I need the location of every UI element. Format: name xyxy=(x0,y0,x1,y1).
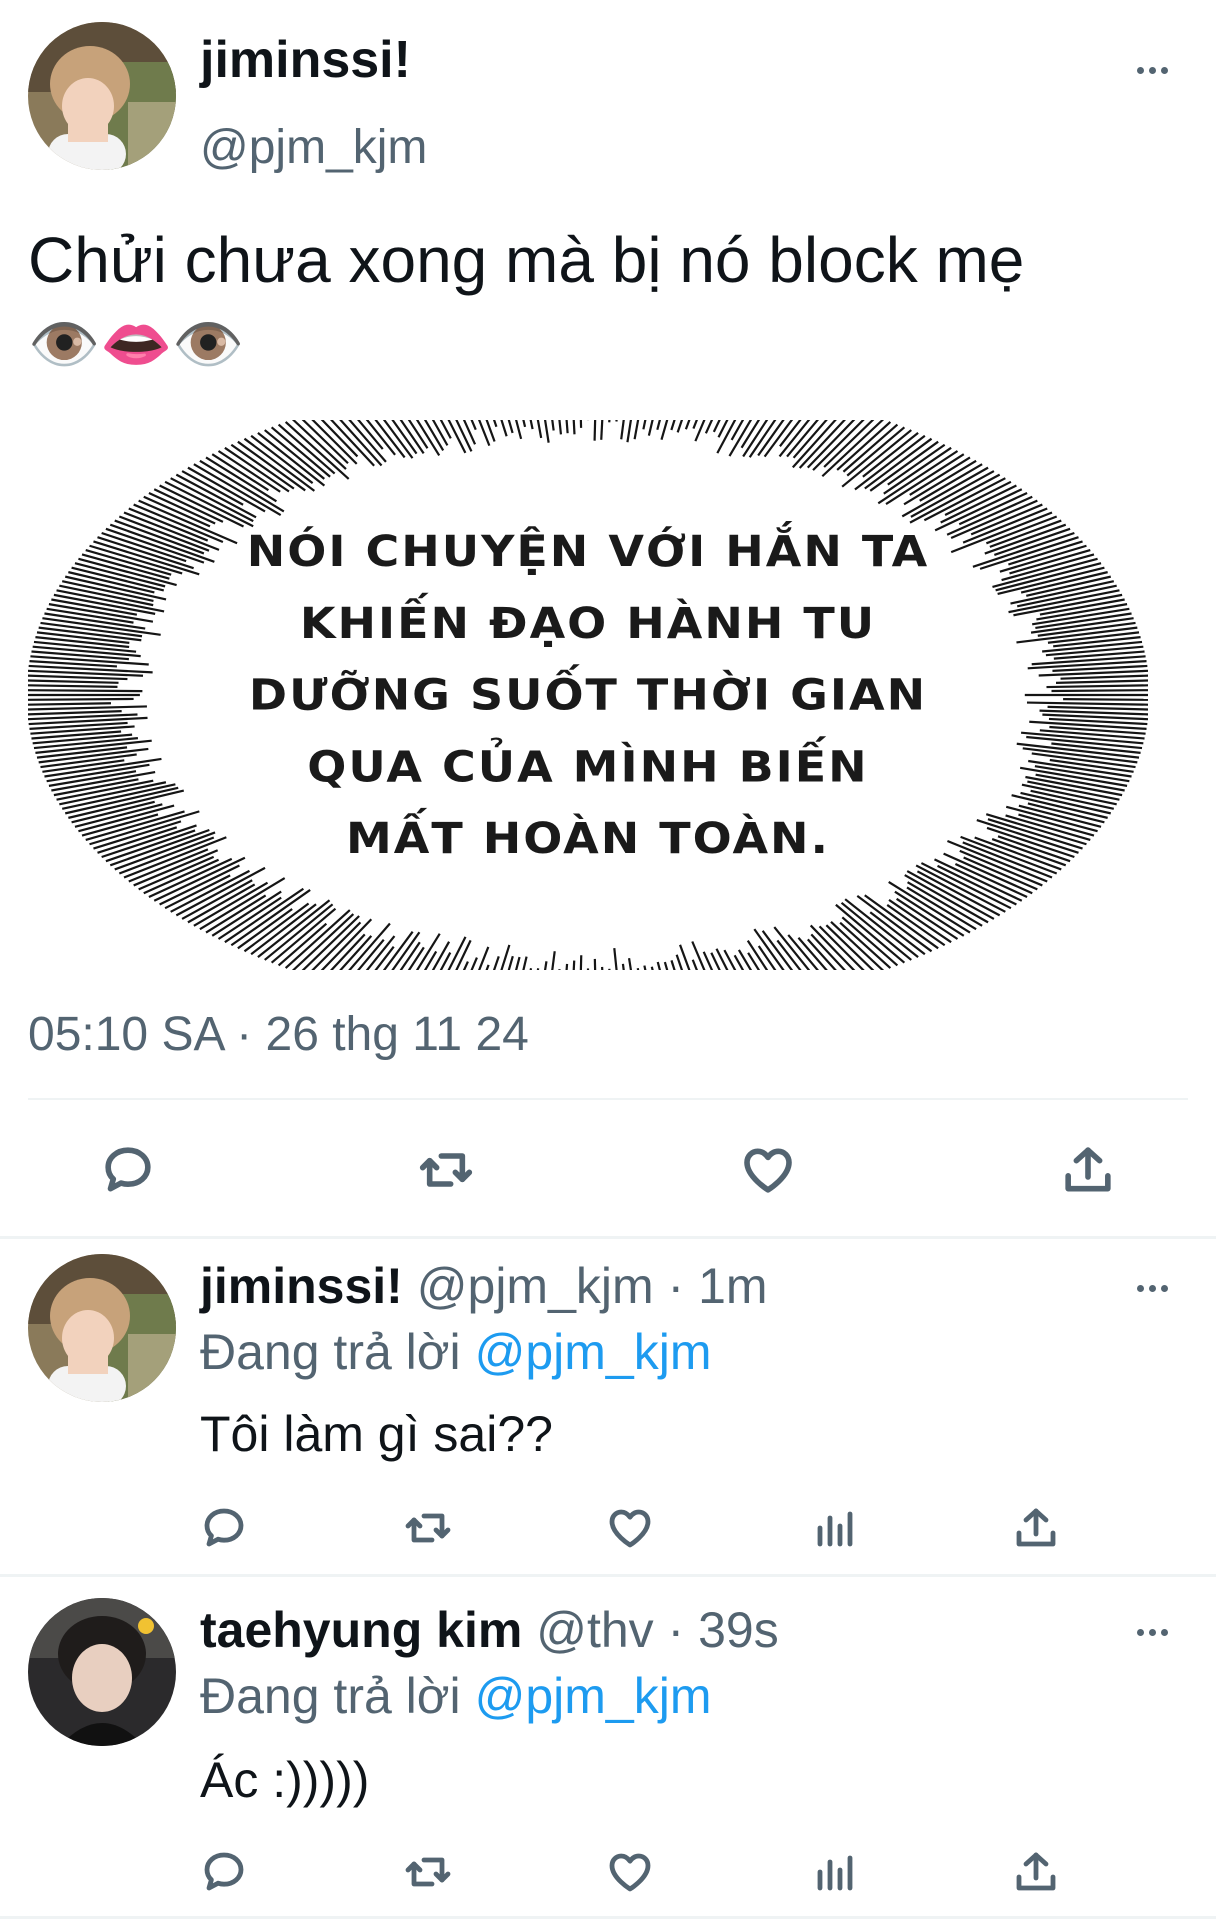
divider xyxy=(0,1236,1216,1239)
reply-text: Tôi làm gì sai?? xyxy=(200,1406,553,1462)
handle-and-time[interactable]: @thv · 39s xyxy=(536,1602,779,1658)
more-options-icon[interactable] xyxy=(1132,1278,1172,1298)
avatar[interactable] xyxy=(28,1598,176,1746)
display-name[interactable]: taehyung kim xyxy=(200,1602,522,1658)
tweet-image-text: NÓI CHUYỆN VỚI HẮN TA KHIẾN ĐẠO HÀNH TU … xyxy=(28,442,1148,948)
like-icon[interactable] xyxy=(740,1142,796,1198)
image-text-line: QUA CỦA MÌNH BIẾN xyxy=(307,741,869,792)
replying-to: Đang trả lời @pjm_kjm xyxy=(200,1322,711,1382)
display-name[interactable]: jiminssi! xyxy=(200,1258,403,1314)
image-text-line: NÓI CHUYỆN VỚI HẮN TA xyxy=(246,526,930,577)
reply-header: jiminssi! @pjm_kjm · 1m xyxy=(200,1256,768,1316)
divider xyxy=(0,1574,1216,1577)
reply-text: Ác :))))) xyxy=(200,1752,370,1808)
retweet-icon[interactable] xyxy=(418,1142,474,1198)
avatar[interactable] xyxy=(28,22,176,170)
tweet-image[interactable]: NÓI CHUYỆN VỚI HẮN TA KHIẾN ĐẠO HÀNH TU … xyxy=(28,420,1148,970)
reply-icon[interactable] xyxy=(100,1142,156,1198)
divider xyxy=(0,1916,1216,1919)
tweet-emoji: 👁️👄👁️ xyxy=(28,312,245,377)
reply-icon[interactable] xyxy=(200,1848,248,1896)
share-icon[interactable] xyxy=(1012,1848,1060,1896)
reply-header: taehyung kim @thv · 39s xyxy=(200,1600,779,1660)
mention-link[interactable]: @pjm_kjm xyxy=(475,1324,712,1380)
handle[interactable]: @pjm_kjm xyxy=(200,120,427,176)
analytics-icon[interactable] xyxy=(810,1504,858,1552)
tweet-timestamp[interactable]: 05:10 SA · 26 thg 11 24 xyxy=(28,1005,529,1065)
share-icon[interactable] xyxy=(1012,1504,1060,1552)
like-icon[interactable] xyxy=(606,1848,654,1896)
handle-and-time[interactable]: @pjm_kjm · 1m xyxy=(417,1258,768,1314)
replying-to: Đang trả lời @pjm_kjm xyxy=(200,1666,711,1726)
share-icon[interactable] xyxy=(1060,1142,1116,1198)
more-options-icon[interactable] xyxy=(1132,60,1172,80)
retweet-icon[interactable] xyxy=(404,1504,452,1552)
more-options-icon[interactable] xyxy=(1132,1622,1172,1642)
image-text-line: KHIẾN ĐẠO HÀNH TU xyxy=(299,598,877,649)
replying-label: Đang trả lời xyxy=(200,1324,461,1380)
divider xyxy=(28,1098,1188,1100)
replying-label: Đang trả lời xyxy=(200,1668,461,1724)
image-text-line: DƯỠNG SUỐT THỜI GIAN xyxy=(248,670,928,720)
image-text-line: MẤT HOÀN TOÀN. xyxy=(345,813,831,864)
tweet-text: Chửi chưa xong mà bị nó block mẹ xyxy=(28,224,1025,296)
like-icon[interactable] xyxy=(606,1504,654,1552)
display-name[interactable]: jiminssi! xyxy=(200,30,411,90)
mention-link[interactable]: @pjm_kjm xyxy=(475,1668,712,1724)
analytics-icon[interactable] xyxy=(810,1848,858,1896)
retweet-icon[interactable] xyxy=(404,1848,452,1896)
reply-icon[interactable] xyxy=(200,1504,248,1552)
avatar[interactable] xyxy=(28,1254,176,1402)
